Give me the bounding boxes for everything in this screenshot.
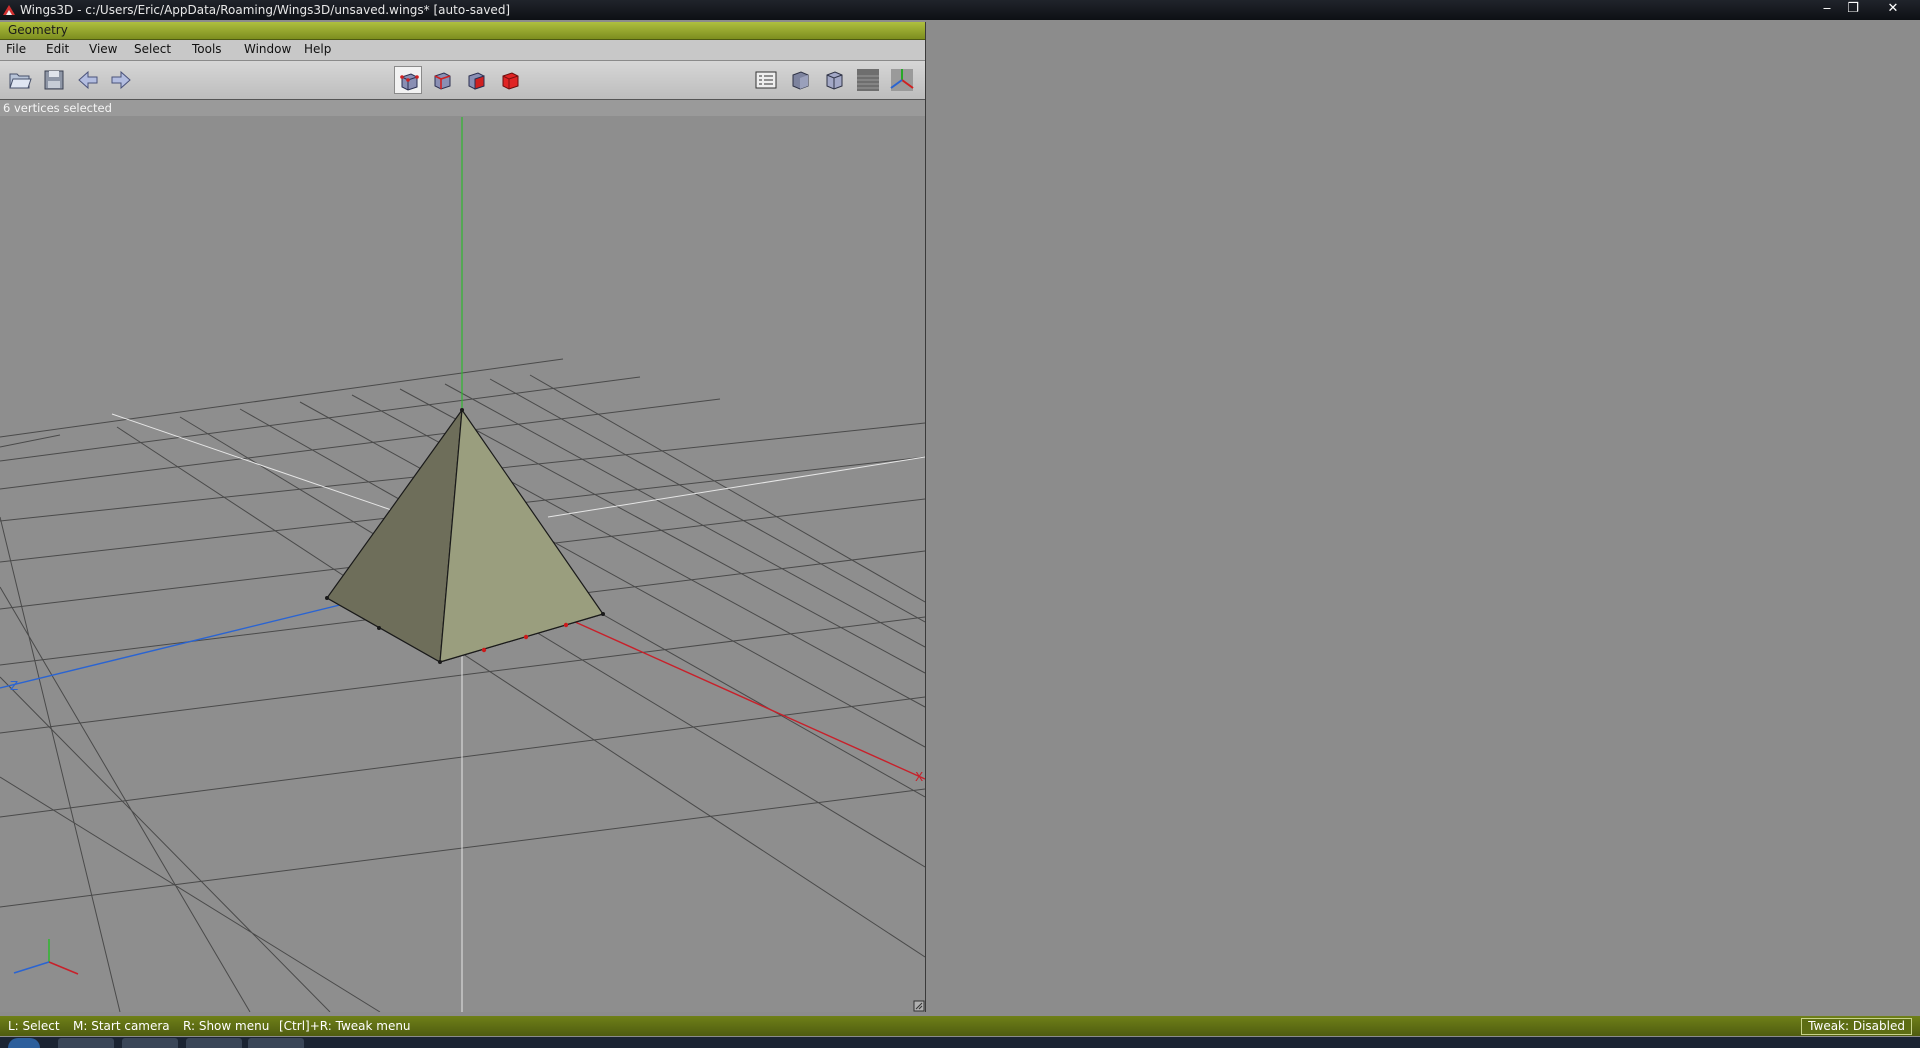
wings3d-app-icon (3, 5, 15, 15)
hint-left-click: L: Select (8, 1019, 60, 1033)
open-icon[interactable] (6, 66, 34, 94)
vertex (377, 626, 381, 630)
selection-info-text: 6 vertices selected (3, 101, 112, 115)
z-axis-label: Z (10, 679, 18, 693)
vertex (438, 660, 442, 664)
menu-window[interactable]: Window (244, 42, 291, 56)
vertex-mode-icon[interactable] (394, 66, 422, 94)
geometry-window: Geometry File Edit View Select Tools Win… (0, 22, 926, 1012)
3d-viewport[interactable]: Z X (0, 117, 925, 1012)
z-axis-line (0, 591, 394, 689)
taskbar-app-button[interactable] (58, 1038, 114, 1048)
status-bar: L: Select M: Start camera R: Show menu [… (0, 1016, 1920, 1036)
taskbar-app-button[interactable] (248, 1038, 304, 1048)
window-title: Wings3D - c:/Users/Eric/AppData/Roaming/… (20, 3, 511, 17)
pyramid-left-face (326, 409, 463, 663)
taskbar-app-button[interactable] (186, 1038, 242, 1048)
viewport-resize-handle[interactable] (913, 1000, 925, 1012)
save-icon[interactable] (40, 66, 68, 94)
edge-mode-icon[interactable] (428, 66, 456, 94)
body-mode-icon[interactable] (496, 66, 524, 94)
selected-vertex (481, 647, 487, 653)
os-taskbar (0, 1037, 1920, 1048)
selection-info-line: 6 vertices selected (0, 100, 925, 116)
tweak-status-badge[interactable]: Tweak: Disabled (1801, 1018, 1912, 1035)
menu-select[interactable]: Select (134, 42, 171, 56)
restore-button[interactable]: ❐ (1840, 0, 1866, 20)
x-axis-label: X (915, 770, 923, 784)
taskbar-app-button[interactable] (122, 1038, 178, 1048)
hint-ctrl-right-click: [Ctrl]+R: Tweak menu (279, 1019, 411, 1033)
selected-vertex (523, 634, 529, 640)
undo-arrow-icon[interactable] (74, 66, 102, 94)
vertex (325, 596, 329, 600)
window-titlebar: Wings3D - c:/Users/Eric/AppData/Roaming/… (0, 0, 1920, 20)
hint-right-click: R: Show menu (183, 1019, 270, 1033)
menu-edit[interactable]: Edit (46, 42, 69, 56)
axes-icon[interactable] (888, 66, 916, 94)
menu-file[interactable]: File (6, 42, 26, 56)
toolbar (0, 61, 925, 100)
vertex (601, 612, 605, 616)
minimize-button[interactable]: ‒ (1814, 0, 1840, 20)
selected-vertex (563, 622, 569, 628)
close-button[interactable]: ✕ (1880, 0, 1906, 20)
smooth-shade-icon[interactable] (786, 66, 814, 94)
hint-middle-click: M: Start camera (73, 1019, 170, 1033)
menu-bar: File Edit View Select Tools Window Help (0, 40, 925, 61)
flat-shade-icon[interactable] (820, 66, 848, 94)
vertex (460, 408, 464, 412)
menu-view[interactable]: View (89, 42, 117, 56)
x-axis-line (514, 594, 925, 780)
geometry-window-title: Geometry (8, 23, 68, 37)
orientation-axes-gizmo (13, 939, 79, 975)
ground-plane-icon[interactable] (854, 66, 882, 94)
start-button[interactable] (8, 1038, 40, 1048)
empty-workspace (926, 22, 1920, 1012)
face-mode-icon[interactable] (462, 66, 490, 94)
redo-arrow-icon[interactable] (107, 66, 135, 94)
workmode-list-icon[interactable] (752, 66, 780, 94)
menu-help[interactable]: Help (304, 42, 331, 56)
geometry-window-titlebar[interactable]: Geometry (0, 22, 925, 40)
menu-tools[interactable]: Tools (192, 42, 222, 56)
